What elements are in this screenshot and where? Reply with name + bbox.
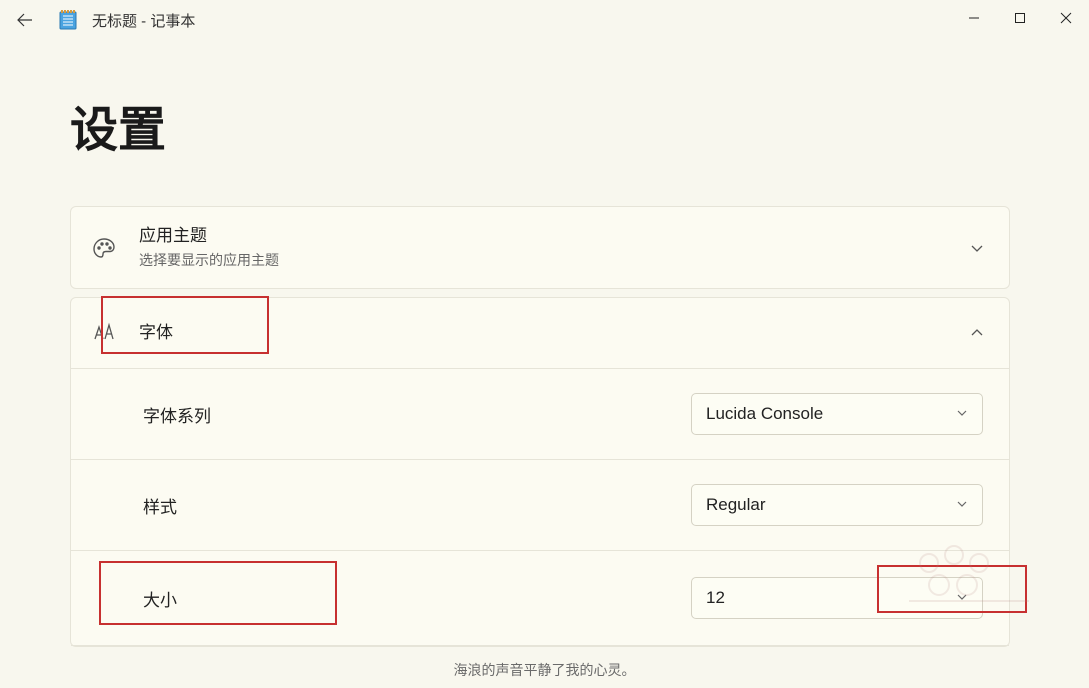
titlebar: 无标题 - 记事本 (0, 0, 1089, 40)
font-family-value: Lucida Console (706, 404, 823, 424)
chevron-up-icon (965, 321, 989, 345)
maximize-button[interactable] (997, 0, 1043, 36)
font-size-value: 12 (706, 588, 725, 608)
font-size-label: 大小 (143, 586, 691, 611)
minimize-button[interactable] (951, 0, 997, 36)
chevron-down-icon (956, 404, 968, 424)
theme-subtitle: 选择要显示的应用主题 (139, 250, 965, 270)
font-card-header[interactable]: 字体 (71, 298, 1009, 368)
notepad-icon (58, 10, 78, 30)
font-card: 字体 字体系列 Lucida Console 样式 Regula (70, 297, 1010, 647)
chevron-down-icon (956, 495, 968, 515)
font-family-label: 字体系列 (143, 402, 691, 427)
chevron-down-icon (965, 236, 989, 260)
font-title: 字体 (139, 322, 965, 344)
font-style-value: Regular (706, 495, 766, 515)
theme-title: 应用主题 (139, 225, 965, 247)
theme-card[interactable]: 应用主题 选择要显示的应用主题 (70, 206, 1010, 289)
settings-page: 设置 应用主题 选择要显示的应用主题 (0, 40, 1089, 647)
font-family-row: 字体系列 Lucida Console (71, 369, 1009, 460)
font-size-row: 大小 12 (71, 551, 1009, 646)
footer-text: 海浪的声音平静了我的心灵。 (454, 660, 636, 680)
palette-icon (91, 235, 117, 261)
font-size-dropdown[interactable]: 12 (691, 577, 983, 619)
window-title: 无标题 - 记事本 (92, 10, 195, 31)
page-title: 设置 (70, 90, 1019, 160)
close-button[interactable] (1043, 0, 1089, 36)
font-style-row: 样式 Regular (71, 460, 1009, 551)
font-icon (91, 320, 117, 346)
back-button[interactable] (10, 5, 40, 35)
chevron-down-icon (956, 588, 968, 608)
font-style-dropdown[interactable]: Regular (691, 484, 983, 526)
font-family-dropdown[interactable]: Lucida Console (691, 393, 983, 435)
font-style-label: 样式 (143, 493, 691, 518)
